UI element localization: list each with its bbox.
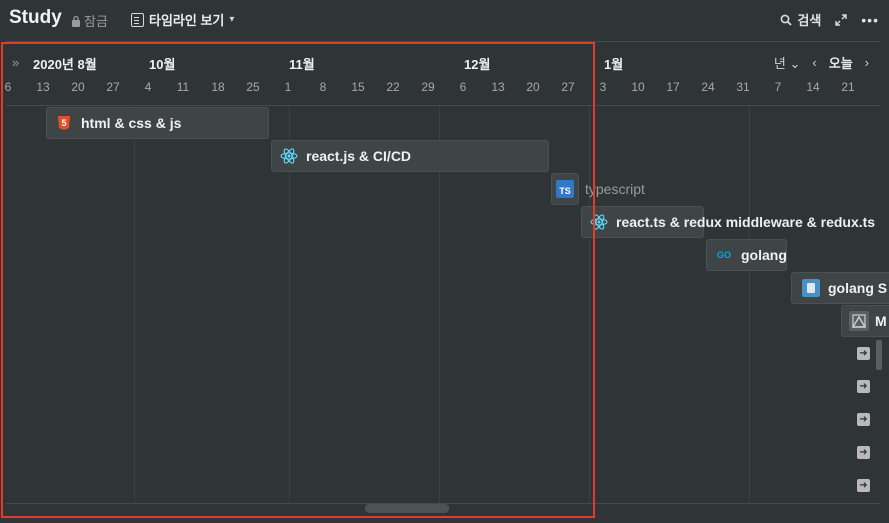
zoom-label: 년: [773, 56, 786, 71]
item-label: html & css & js: [81, 115, 182, 131]
day-label: 4: [144, 80, 152, 94]
timeline-item[interactable]: react.ts & redux middleware & redux.ts: [581, 206, 875, 238]
lock-label: 잠금: [84, 14, 108, 29]
view-label: 타임라인 보기: [149, 13, 225, 28]
chevron-down-icon: ⌄: [789, 56, 801, 71]
top-bar: Study 잠금 타임라인 보기 ▾ 검색 •••: [0, 0, 889, 38]
html5-icon: 5: [55, 114, 73, 132]
month-label: 12월: [464, 57, 491, 72]
day-label: 31: [736, 80, 750, 94]
page-icon: [849, 311, 869, 331]
day-label: 20: [71, 80, 85, 94]
expand-icon[interactable]: [835, 13, 847, 26]
month-row: 2020년 8월 10월 11월 12월 1월: [0, 50, 889, 72]
item-label: typescript: [585, 181, 645, 197]
scroll-to-item-arrow-icon[interactable]: ➜: [857, 347, 870, 360]
search-icon: [780, 14, 792, 26]
timeline-nav: 년 ⌄ ‹ 오늘 ›: [774, 53, 869, 72]
day-label: 11: [176, 80, 190, 94]
day-label: 3: [599, 80, 607, 94]
search-button[interactable]: 검색: [780, 10, 821, 29]
svg-text:TS: TS: [559, 186, 571, 196]
day-label: 10: [631, 80, 645, 94]
golang-icon: GO: [715, 246, 733, 264]
day-label: 7: [774, 80, 782, 94]
chevron-left-icon[interactable]: ‹: [812, 55, 816, 70]
day-label: 13: [36, 80, 50, 94]
month-gridline: [749, 106, 750, 503]
view-selector[interactable]: 타임라인 보기 ▾: [131, 10, 234, 29]
vertical-scroll-indicator[interactable]: [876, 340, 882, 370]
day-label: 22: [386, 80, 400, 94]
scroll-to-item-arrow-icon[interactable]: ➜: [857, 479, 870, 492]
day-label: 1: [284, 80, 292, 94]
day-label: 15: [351, 80, 365, 94]
day-label: 27: [106, 80, 120, 94]
month-label: 10월: [149, 57, 176, 72]
day-label: 18: [211, 80, 225, 94]
day-label: 17: [666, 80, 680, 94]
month-gridline: [589, 106, 590, 503]
chevron-right-icon[interactable]: ›: [865, 55, 869, 70]
day-label: 29: [421, 80, 435, 94]
scroll-to-item-arrow-icon[interactable]: ➜: [857, 413, 870, 426]
month-label: 1월: [604, 57, 624, 72]
day-label: 13: [491, 80, 505, 94]
lock-button[interactable]: 잠금: [71, 11, 108, 30]
more-icon[interactable]: •••: [861, 12, 879, 28]
svg-text:GO: GO: [717, 250, 731, 260]
day-label: 20: [526, 80, 540, 94]
scrollbar-thumb[interactable]: [365, 504, 449, 513]
timeline-item[interactable]: react.js & CI/CD: [271, 140, 549, 172]
react-icon: [280, 147, 298, 165]
timeline-item[interactable]: M: [841, 305, 889, 337]
timeline-item[interactable]: 5 html & css & js: [46, 107, 269, 139]
chevron-down-icon: ▾: [229, 14, 235, 25]
day-label: 27: [561, 80, 575, 94]
item-label: M: [875, 313, 887, 329]
zoom-selector[interactable]: 년 ⌄: [774, 53, 801, 72]
day-label: 24: [701, 80, 715, 94]
page-title[interactable]: Study: [9, 7, 62, 29]
today-button[interactable]: 오늘: [829, 53, 853, 72]
timeline-item[interactable]: golang S: [791, 272, 889, 304]
scroll-to-item-arrow-icon[interactable]: ➜: [857, 446, 870, 459]
timeline-item[interactable]: TS: [551, 173, 579, 205]
day-label: 6: [4, 80, 12, 94]
header-divider: [6, 41, 880, 42]
day-row: 6 13 20 27 4 11 18 25 1 8 15 22 29 6 13 20 27 3 10 17 24 31 7 1…: [0, 80, 889, 96]
golang-doc-icon: [802, 279, 820, 297]
month-label: 11월: [289, 57, 315, 72]
svg-text:5: 5: [61, 118, 66, 128]
day-label: 8: [319, 80, 327, 94]
scroll-to-item-arrow-icon[interactable]: ➜: [857, 380, 870, 393]
item-label: react.js & CI/CD: [306, 148, 412, 164]
day-label: 25: [246, 80, 260, 94]
month-label: 2020년 8월: [33, 57, 97, 72]
timeline-view-icon: [131, 12, 144, 27]
day-label: 21: [841, 80, 855, 94]
item-label: golang S: [828, 280, 888, 296]
day-label: 6: [459, 80, 467, 94]
month-gridline: [134, 106, 135, 503]
item-label: golang: [741, 247, 787, 263]
search-label: 검색: [797, 13, 822, 28]
timeline-item[interactable]: GO golang: [706, 239, 787, 271]
react-icon: [590, 213, 608, 231]
day-label: 14: [806, 80, 820, 94]
lock-icon: [72, 15, 80, 27]
item-label: react.ts & redux middleware & redux.ts: [616, 214, 876, 230]
typescript-icon: TS: [556, 180, 574, 198]
